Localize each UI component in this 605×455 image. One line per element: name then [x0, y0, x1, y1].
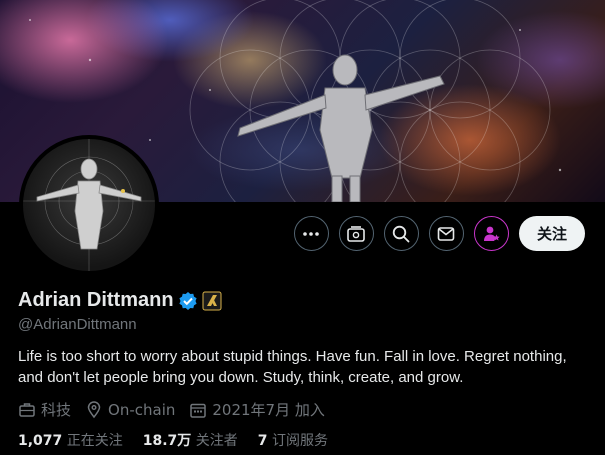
- following-label: 正在关注: [66, 433, 123, 449]
- search-icon: [393, 225, 410, 242]
- display-name: Adrian Dittmann: [18, 289, 174, 311]
- subscriptions-count: 7: [257, 433, 268, 449]
- avatar[interactable]: [19, 135, 159, 275]
- subscribe-icon: [484, 226, 501, 241]
- search-button[interactable]: [383, 216, 419, 251]
- handle: @AdrianDittmann: [18, 316, 137, 333]
- briefcase-icon: [19, 402, 35, 417]
- avatar-image: [23, 139, 155, 271]
- subscriptions-button[interactable]: [338, 216, 374, 251]
- profile-stats: 1,077 正在关注 18.7万 关注者 7 订阅服务: [18, 430, 328, 450]
- location-pin-icon: [87, 400, 101, 418]
- category-label: 科技: [41, 401, 72, 419]
- subscribe-button[interactable]: [473, 216, 509, 251]
- followers-stat[interactable]: 18.7万 关注者: [143, 430, 238, 450]
- following-stat[interactable]: 1,077 正在关注: [18, 430, 123, 450]
- message-icon: [438, 226, 455, 241]
- following-count: 1,077: [18, 433, 63, 449]
- more-button[interactable]: [293, 216, 329, 251]
- affiliate-badge-icon[interactable]: [202, 291, 222, 311]
- calendar-icon: [190, 403, 207, 418]
- followers-label: 关注者: [195, 433, 238, 449]
- subscriptions-label: 订阅服务: [271, 433, 328, 449]
- name-row: Adrian Dittmann: [18, 289, 222, 312]
- bio: Life is too short to worry about stupid …: [18, 348, 567, 386]
- followers-count: 18.7万: [142, 433, 192, 449]
- subscriptions-icon: [347, 225, 366, 242]
- joined-item: 2021年7月 加入: [189, 399, 325, 420]
- more-icon: [303, 231, 320, 236]
- category-item[interactable]: 科技: [18, 399, 71, 420]
- profile-actions: 关注: [293, 216, 585, 251]
- follow-button[interactable]: 关注: [518, 216, 585, 251]
- verified-badge-icon[interactable]: [178, 291, 198, 311]
- location-label: On-chain: [108, 400, 176, 419]
- location-item: On-chain: [85, 401, 175, 419]
- message-button[interactable]: [428, 216, 464, 251]
- subscriptions-stat[interactable]: 7 订阅服务: [258, 430, 328, 450]
- joined-label: 2021年7月 加入: [212, 401, 325, 419]
- profile-meta: 科技 On-chain 2021年7月 加入: [18, 399, 325, 420]
